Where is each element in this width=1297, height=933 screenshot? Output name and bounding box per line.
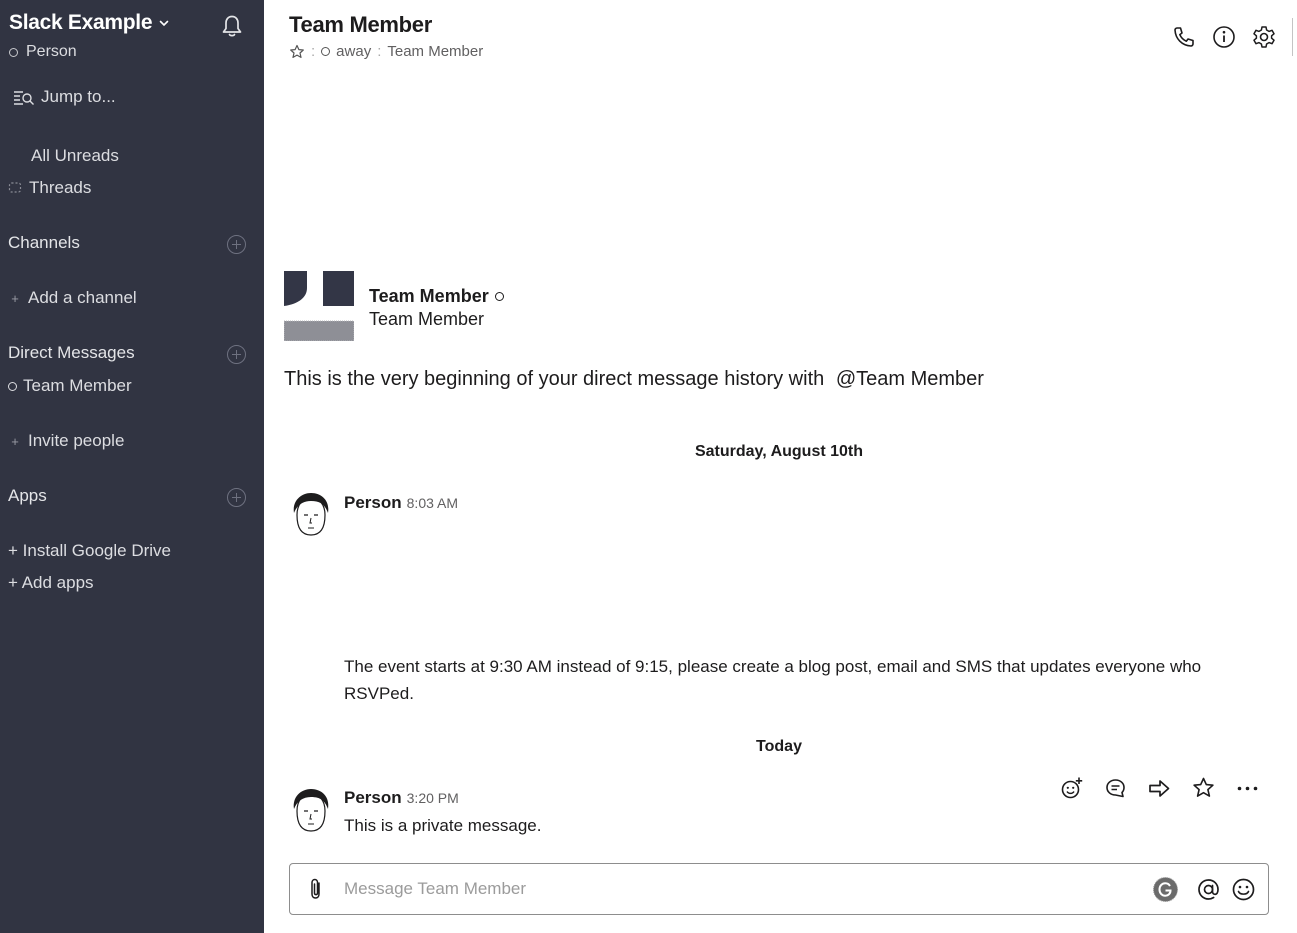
- person-avatar[interactable]: [288, 491, 334, 537]
- plus-icon: +: [11, 290, 19, 306]
- day-divider: Today: [756, 738, 802, 755]
- current-user[interactable]: Person: [9, 43, 77, 61]
- presence-away-icon: [321, 47, 331, 56]
- presence-away-icon: [494, 292, 504, 301]
- message-author: Person 8:03 AM: [344, 493, 458, 513]
- dm-team-member-label: Team Member: [23, 376, 132, 395]
- invite-people-button[interactable]: + Invite people: [8, 431, 124, 451]
- intro-name[interactable]: Team Member: [369, 286, 504, 307]
- apps-header[interactable]: Apps: [8, 486, 47, 506]
- sidebar-item-threads[interactable]: Threads: [8, 178, 91, 198]
- emoji-icon[interactable]: [1230, 876, 1257, 903]
- message-composer: [289, 863, 1269, 915]
- message-author: Person 3:20 PM: [344, 788, 459, 808]
- add-channel-button[interactable]: + Add a channel: [8, 288, 137, 308]
- message-actions: [1058, 775, 1261, 802]
- header-divider: [1292, 18, 1293, 56]
- add-apps-button[interactable]: + Add apps: [8, 573, 94, 593]
- star-icon[interactable]: [1190, 775, 1217, 802]
- info-icon[interactable]: [1211, 24, 1237, 50]
- sidebar: Slack Example Person Jump to... All Unre…: [0, 0, 264, 933]
- add-reaction-icon[interactable]: [1058, 775, 1085, 802]
- direct-messages-header[interactable]: Direct Messages: [8, 343, 135, 363]
- intro-text: This is the very beginning of your direc…: [284, 368, 984, 391]
- chevron-down-icon: [159, 20, 169, 27]
- install-google-drive-button[interactable]: + Install Google Drive: [8, 541, 171, 561]
- invite-people-label: Invite people: [28, 431, 125, 450]
- day-divider: Saturday, August 10th: [694, 443, 864, 460]
- author-name[interactable]: Person: [344, 788, 402, 808]
- separator: :: [311, 43, 316, 60]
- add-channel-label: Add a channel: [28, 288, 137, 307]
- header-subtitle: Team Member: [387, 43, 484, 60]
- share-message-icon[interactable]: [1146, 775, 1173, 802]
- separator: :: [377, 43, 382, 60]
- presence-dot-icon: [9, 47, 18, 57]
- workspace-menu[interactable]: Slack Example: [9, 11, 170, 35]
- threads-label: Threads: [29, 178, 92, 197]
- presence-away-icon: [8, 381, 17, 391]
- message-body: This is a private message.: [344, 816, 542, 835]
- message-body: The event starts at 9:30 AM instead of 9…: [344, 657, 1202, 703]
- sidebar-item-all-unreads[interactable]: All Unreads: [31, 146, 119, 166]
- gear-icon[interactable]: [1251, 24, 1277, 50]
- status-text: away: [336, 43, 372, 60]
- add-dm-plus-icon[interactable]: [227, 345, 246, 364]
- star-icon[interactable]: [289, 44, 305, 60]
- bell-icon[interactable]: [219, 13, 245, 39]
- team-member-avatar: [284, 271, 354, 341]
- person-avatar[interactable]: [288, 787, 334, 833]
- plus-icon: +: [11, 433, 19, 449]
- add-channel-plus-icon[interactable]: [227, 235, 246, 254]
- jump-to-icon: [14, 91, 34, 105]
- attachment-icon[interactable]: [305, 877, 327, 901]
- current-user-name: Person: [26, 43, 77, 60]
- jump-to-button[interactable]: Jump to...: [13, 87, 116, 107]
- channels-header[interactable]: Channels: [8, 233, 80, 253]
- install-google-drive-label: + Install Google Drive: [8, 541, 171, 560]
- intro-subtitle: Team Member: [369, 309, 485, 329]
- phone-icon[interactable]: [1171, 24, 1197, 50]
- channel-title[interactable]: Team Member: [289, 12, 432, 38]
- add-app-plus-icon[interactable]: [227, 488, 246, 507]
- mention-icon[interactable]: [1195, 876, 1222, 903]
- sidebar-item-team-member[interactable]: Team Member: [8, 376, 132, 396]
- start-thread-icon[interactable]: [1102, 775, 1129, 802]
- all-unreads-label: All Unreads: [31, 146, 119, 165]
- intro-sentence: This is the very beginning of your direc…: [284, 368, 825, 390]
- threads-icon: [8, 182, 22, 193]
- author-name[interactable]: Person: [344, 493, 402, 513]
- message-time[interactable]: 3:20 PM: [407, 790, 459, 806]
- channel-meta: : away : Team Member: [289, 43, 483, 60]
- message-input[interactable]: [344, 876, 1124, 902]
- intro-name-text: Team Member: [369, 286, 489, 306]
- add-apps-label: + Add apps: [8, 573, 94, 592]
- more-actions-icon[interactable]: [1234, 775, 1261, 802]
- message-time[interactable]: 8:03 AM: [407, 495, 458, 511]
- mention-link[interactable]: @Team Member: [836, 368, 984, 390]
- jump-to-label: Jump to...: [41, 87, 116, 106]
- grammarly-icon[interactable]: [1152, 876, 1179, 903]
- workspace-name: Slack Example: [9, 11, 153, 34]
